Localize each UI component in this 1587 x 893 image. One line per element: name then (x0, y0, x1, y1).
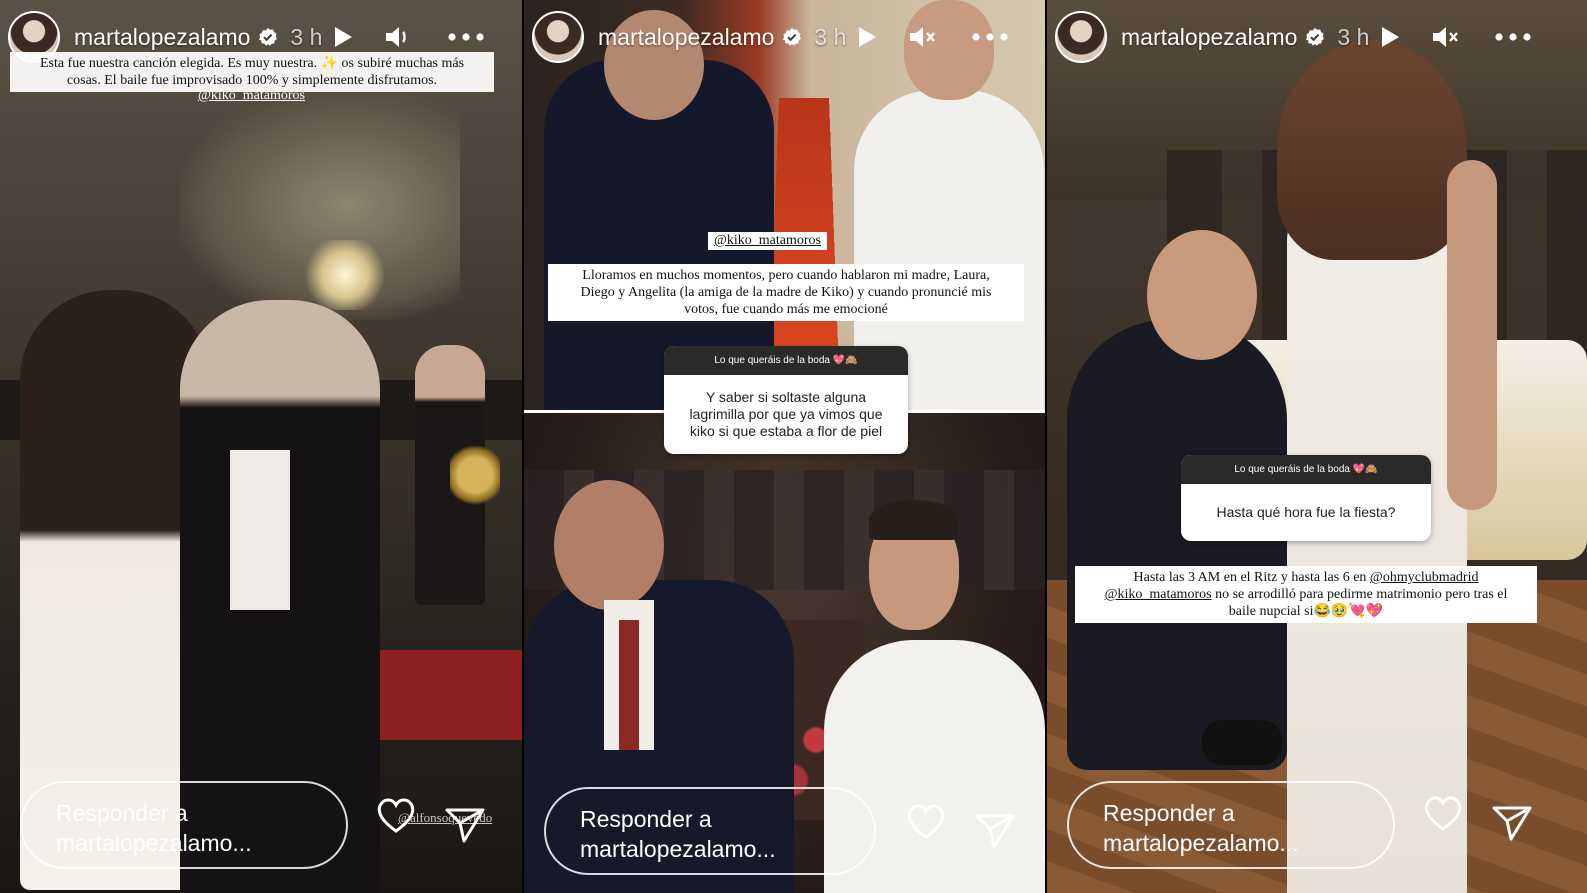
caption-line: Diego y Angelita (la amiga de la madre d… (580, 285, 992, 300)
story-panel-3[interactable]: martalopezalamo 3 h Lo que queráis de la… (1047, 0, 1587, 893)
verified-badge-icon (783, 28, 802, 46)
caption-line: @kiko_matamoros no se arrodilló para ped… (1083, 586, 1529, 603)
avatar[interactable] (532, 11, 584, 63)
caption-text: Hasta las 3 AM en el Ritz y hasta las 6 … (1133, 570, 1370, 585)
caption-line: Hasta las 3 AM en el Ritz y hasta las 6 … (1083, 569, 1529, 586)
caption-line: baile nupcial si😂🥹💘💖 (1228, 604, 1384, 619)
question-line: lagrimilla por que ya vimos que (689, 406, 883, 422)
story-photo (0, 0, 522, 893)
caption-line: cosas. El baile fue improvisado 100% y s… (66, 73, 438, 88)
play-icon[interactable] (332, 25, 354, 49)
send-icon[interactable] (974, 812, 1016, 850)
post-time: 3 h (1337, 23, 1370, 50)
story-caption: Hasta las 3 AM en el Ritz y hasta las 6 … (1075, 566, 1537, 623)
username[interactable]: martalopezalamo (598, 24, 774, 51)
story-caption: Lloramos en muchos momentos, pero cuando… (548, 264, 1024, 321)
mention-tag[interactable]: @kiko_matamoros (1105, 587, 1212, 602)
play-icon[interactable] (1379, 25, 1401, 49)
heart-icon[interactable] (905, 802, 947, 840)
play-icon[interactable] (856, 25, 878, 49)
username[interactable]: martalopezalamo (74, 24, 250, 51)
story-photo (1047, 0, 1587, 893)
more-options-icon[interactable] (972, 33, 1009, 41)
caption-line: Esta fue nuestra canción elegida. Es muy… (39, 56, 465, 71)
caption-line: votos, fue cuando más me emocioné (684, 302, 888, 317)
send-icon[interactable] (1491, 804, 1533, 842)
reply-input[interactable]: Responder a martalopezalamo... (544, 787, 876, 875)
mention-tag[interactable]: @kiko_matamoros (198, 88, 305, 104)
question-sticker-header: Lo que queráis de la boda 💖🙈 (1181, 455, 1431, 484)
heart-icon[interactable] (1422, 794, 1464, 832)
story-header: martalopezalamo 3 h (1055, 8, 1579, 66)
mention-tag[interactable]: @kiko_matamoros (708, 232, 827, 250)
reply-placeholder-line: martalopezalamo... (56, 830, 252, 856)
speaker-muted-icon[interactable] (908, 24, 938, 50)
post-time: 3 h (814, 23, 847, 50)
story-caption: Esta fue nuestra canción elegida. Es muy… (10, 52, 494, 92)
heart-icon[interactable] (375, 796, 417, 834)
story-header: martalopezalamo 3 h (532, 8, 1037, 66)
speaker-muted-icon[interactable] (1431, 24, 1461, 50)
question-sticker-text: Hasta qué hora fue la fiesta? (1216, 504, 1396, 520)
speaker-icon[interactable] (384, 24, 414, 50)
question-sticker-text: Y saber si soltaste alguna lagrimilla po… (664, 375, 908, 454)
post-time: 3 h (290, 23, 323, 50)
story-panel-2[interactable]: martalopezalamo 3 h @kiko_matamoros Llor… (524, 0, 1045, 893)
question-line: Y saber si soltaste alguna (705, 389, 867, 405)
verified-badge-icon (259, 28, 278, 46)
more-options-icon[interactable] (1495, 33, 1532, 41)
reply-placeholder-line: Responder a (580, 806, 712, 832)
verified-badge-icon (1306, 28, 1325, 46)
caption-line: Lloramos en muchos momentos, pero cuando… (582, 268, 990, 283)
question-line: kiko si que estaba a flor de piel (689, 423, 883, 439)
question-sticker: Lo que queráis de la boda 💖🙈 Y saber si … (664, 346, 908, 454)
reply-input[interactable]: Responder a martalopezalamo... (20, 781, 348, 869)
avatar[interactable] (1055, 11, 1107, 63)
mention-tag[interactable]: @ohmyclubmadrid (1370, 570, 1479, 585)
question-sticker-header: Lo que queráis de la boda 💖🙈 (664, 346, 908, 375)
reply-placeholder-line: martalopezalamo... (1103, 830, 1299, 856)
question-sticker: Lo que queráis de la boda 💖🙈 Hasta qué h… (1181, 455, 1431, 541)
username[interactable]: martalopezalamo (1121, 24, 1297, 51)
caption-text: no se arrodilló para pedirme matrimonio … (1211, 587, 1508, 602)
reply-input[interactable]: Responder a martalopezalamo... (1067, 781, 1395, 869)
reply-placeholder-line: martalopezalamo... (580, 836, 776, 862)
reply-placeholder-line: Responder a (1103, 800, 1235, 826)
reply-placeholder-line: Responder a (56, 800, 188, 826)
send-icon[interactable] (444, 806, 486, 844)
story-panel-1[interactable]: martalopezalamo 3 h Esta fue nuestra can… (0, 0, 522, 893)
more-options-icon[interactable] (448, 33, 485, 41)
